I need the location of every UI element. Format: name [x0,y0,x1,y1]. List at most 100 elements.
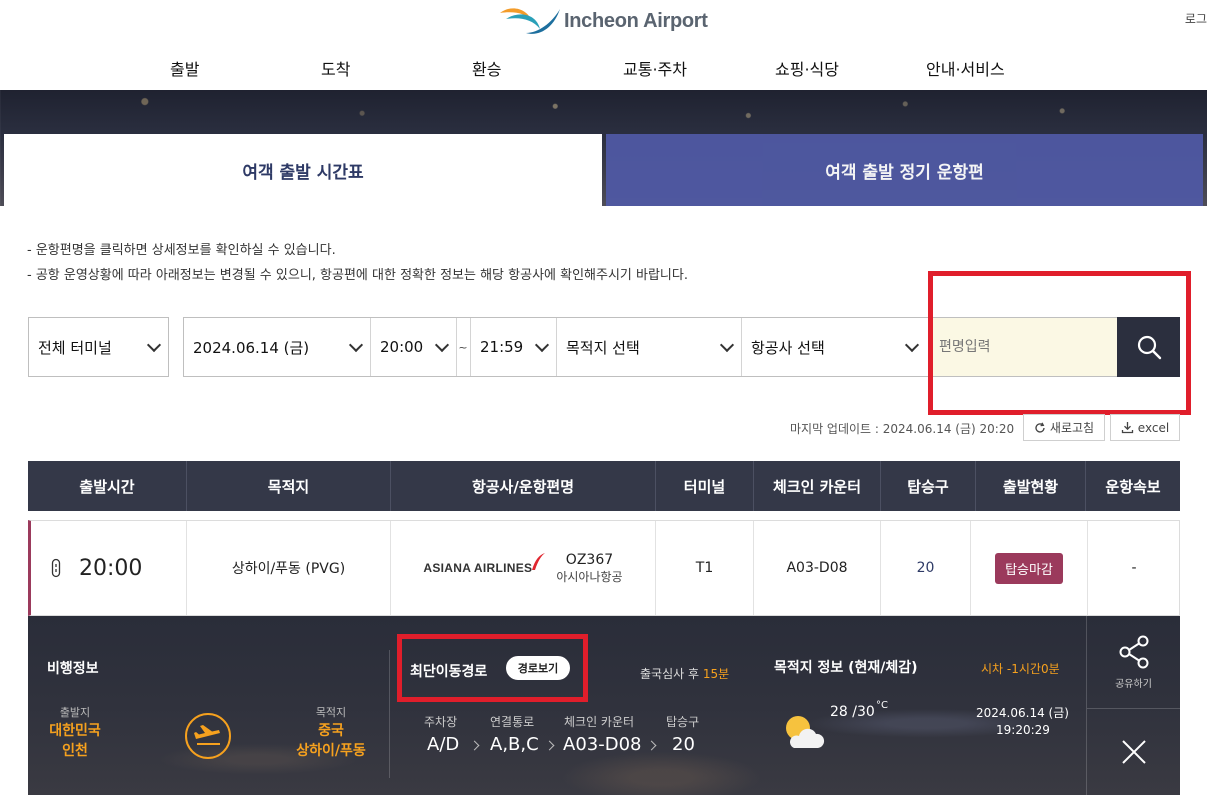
destination-label: 목적지 [315,706,347,719]
destination-country: 중국 [318,723,344,739]
route-step-value-parking: A/D [427,734,460,755]
logo-swoosh-icon [500,8,560,34]
col-header-status: 출발현황 [975,461,1085,511]
route-step-value-passage: A,B,C [490,734,539,755]
immigration-minutes: 15분 [702,667,730,681]
time-from-value: 20:00 [380,338,424,356]
time-range-tilde: ~ [458,340,468,354]
temperature-value: 28 /30 [830,704,875,720]
route-step-label-counter: 체크인 카운터 [564,715,635,729]
terminal-select-inner: 전체 터미널 [29,318,168,376]
airline-flight-group: ASIANA AIRLINES OZ367 아시아나항공 [423,552,622,585]
notice-line-1: - 운항편명을 클릭하면 상세정보를 확인하실 수 있습니다. [27,243,336,258]
chevron-down-icon [146,337,162,352]
chevron-down-icon [719,337,735,352]
nav-item-departure[interactable]: 출발 [170,56,199,80]
highlight-box-route [397,634,588,702]
asiana-airlines-logo: ASIANA AIRLINES [423,553,546,575]
partly-cloudy-icon [786,716,825,748]
flight-table-header: 출발시간 목적지 항공사/운항편명 터미널 체크인 카운터 탑승구 출발현황 운… [28,461,1180,511]
col-header-departure-time: 출발시간 [79,477,135,496]
last-update-text: 마지막 업데이트 : 2024.06.14 (금) 20:20 [790,422,1015,436]
tab-regular-departures[interactable]: 여객 출발 정기 운항편 [606,134,1203,206]
flight-info-title: 비행정보 [47,661,99,677]
local-date: 2024.06.14 (금) [976,706,1069,720]
cell-checkin-counter: A03-D08 [753,521,880,615]
col-header-checkin-counter: 체크인 카운터 [753,461,880,511]
cell-terminal: T1 [655,521,753,615]
local-time: 19:20:29 [996,723,1050,737]
chevron-down-icon [434,337,450,352]
nav-item-transfer[interactable]: 환승 [472,56,501,80]
date-select[interactable]: 2024.06.14 (금) [184,318,370,376]
nav-item-shopping-dining[interactable]: 쇼핑·식당 [775,56,839,80]
cell-status: 탑승마감 [970,521,1087,615]
table-row[interactable]: 20:00 상하이/푸동 (PVG) ASIANA AIRLINES OZ367… [28,520,1180,616]
destination-info-title: 목적지 정보 (현재/체감) [774,660,918,676]
flight-number-block: OZ367 아시아나항공 [556,552,622,585]
time-to-value: 21:59 [480,338,524,356]
cell-destination: 상하이/푸동 (PVG) [186,521,390,615]
login-link[interactable]: 로그 [1185,10,1207,27]
departure-time-value: 20:00 [79,555,143,581]
asiana-wing-icon [532,553,546,570]
nav-item-transport-parking[interactable]: 교통·주차 [623,56,687,80]
terminal-select-value: 전체 터미널 [38,338,112,357]
cell-departure-time: 20:00 [31,521,186,615]
nav-item-arrival[interactable]: 도착 [321,56,350,80]
refresh-label: 새로고침 [1049,421,1095,435]
nav-item-info-service[interactable]: 안내·서비스 [926,56,1005,80]
time-from-select[interactable]: 20:00 [371,318,456,376]
route-step-value-counter: A03-D08 [563,734,642,755]
temperature-unit: °C [876,700,888,711]
excel-label: excel [1137,420,1170,435]
cell-gate: 20 [880,521,970,615]
origin-city: 인천 [62,743,88,759]
departure-plane-icon [185,713,231,759]
highlight-box-search [928,271,1191,415]
col-header-terminal: 터미널 [655,461,753,511]
airline-logo-text: ASIANA AIRLINES [423,561,533,575]
cell-flight-news: - [1087,521,1180,615]
origin-country: 대한민국 [49,723,101,739]
immigration-time: 출국심사 후 15분 [640,665,729,682]
expand-toggle-icon[interactable] [51,558,61,578]
refresh-button[interactable]: 새로고침 [1023,414,1105,441]
refresh-icon [1035,422,1045,433]
time-difference: 시차 -1시간0분 [981,662,1060,676]
main-nav: 출발 도착 환승 교통·주차 쇼핑·식당 안내·서비스 [0,56,1207,84]
close-detail-button[interactable] [1087,709,1180,795]
notice-line-2: - 공항 운영상황에 따라 아래정보는 변경될 수 있으니, 항공편에 대한 정… [27,268,688,283]
route-step-label-parking: 주차장 [424,715,458,729]
filter-group: 2024.06.14 (금) 20:00 ~ 21:59 목적지 선택 항공사 … [183,317,934,377]
share-icon [1119,635,1148,668]
airline-select-value: 항공사 선택 [751,338,825,357]
airline-name: 아시아나항공 [556,569,623,584]
tab-departure-timetable[interactable]: 여객 출발 시간표 [4,134,602,206]
share-label: 공유하기 [1115,678,1152,690]
time-to-select[interactable]: 21:59 [471,318,556,376]
share-button[interactable]: 공유하기 [1087,616,1180,708]
divider [389,650,390,778]
origin-label: 출발지 [59,706,91,719]
chevron-down-icon [904,337,920,352]
cell-airline-flight[interactable]: ASIANA AIRLINES OZ367 아시아나항공 [390,521,655,615]
airline-select[interactable]: 항공사 선택 [742,318,926,376]
logo-text: Incheon Airport [564,9,708,32]
destination-city: 상하이/푸동 [296,743,366,759]
destination-select[interactable]: 목적지 선택 [557,318,741,376]
chevron-down-icon [348,337,364,352]
flight-number-link[interactable]: OZ367 [566,552,613,568]
col-header-gate: 탑승구 [880,461,975,511]
excel-download-button[interactable]: excel [1110,414,1180,441]
col-header-airline-flight: 항공사/운항편명 [390,461,655,511]
terminal-select[interactable]: 전체 터미널 [28,317,169,377]
col-header-destination: 목적지 [186,461,390,511]
chevron-down-icon [534,337,550,352]
close-icon [1121,740,1146,764]
incheon-airport-logo[interactable]: Incheon Airport [496,2,716,40]
status-badge: 탑승마감 [995,552,1063,584]
date-select-value: 2024.06.14 (금) [193,338,310,357]
download-icon [1121,422,1133,434]
route-step-value-gate: 20 [672,734,695,755]
